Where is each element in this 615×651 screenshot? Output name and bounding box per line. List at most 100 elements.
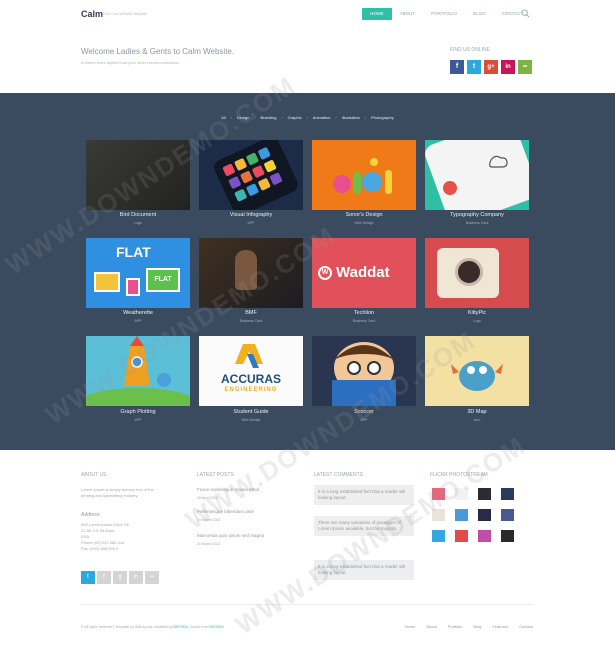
address-block: 500 Lorem Ipsum Dolor Sit 22-56-2-9 Sit … <box>81 522 176 552</box>
nav-portfolio[interactable]: Portfolio <box>423 8 465 20</box>
facebook-icon[interactable]: f <box>97 571 111 584</box>
portfolio-image-weatherette[interactable]: FLAT FLAT <box>86 238 190 308</box>
portfolio-category: APP <box>360 418 368 422</box>
facebook-icon[interactable]: f <box>450 60 464 74</box>
portfolio-image-sonors-design[interactable] <box>312 140 416 210</box>
footer-nav-portfolio[interactable]: Portfolio <box>448 624 463 629</box>
nav-blog[interactable]: Blog <box>465 8 494 20</box>
flickr-thumbnail[interactable] <box>432 488 445 500</box>
footer-nav-blog[interactable]: Blog <box>473 624 481 629</box>
twitter-icon[interactable]: t <box>467 60 481 74</box>
clay-letters-graphic <box>333 158 392 194</box>
logo-tagline: Free Cool Website Template <box>103 12 148 16</box>
nav-about[interactable]: About <box>392 8 424 20</box>
flickr-thumbnail[interactable] <box>455 530 468 542</box>
footer-nav-home[interactable]: Home <box>405 624 416 629</box>
portfolio-image-3d-map[interactable] <box>425 336 529 406</box>
footer-nav-features[interactable]: Features <box>492 624 508 629</box>
portfolio-title[interactable]: KittyPic <box>425 310 529 316</box>
twitter-icon[interactable]: t <box>81 571 95 584</box>
flickr-thumbnail[interactable] <box>478 488 491 500</box>
footer-nav: Home About Portfolio Blog Features Conta… <box>405 624 533 629</box>
about-heading: About us <box>81 472 107 478</box>
portfolio-title[interactable]: Graph Plotting <box>86 409 190 415</box>
portfolio-image-typography-company[interactable] <box>425 140 529 210</box>
portfolio-category: Business Card <box>239 319 263 323</box>
comment-card[interactable]: It is a long established fact that a rea… <box>314 485 414 505</box>
portfolio-category: Logo <box>134 221 142 225</box>
flickr-thumbnail[interactable] <box>455 509 468 521</box>
flickr-icon[interactable]: •• <box>145 571 159 584</box>
portfolio-title[interactable]: Techlion <box>312 310 416 316</box>
flickr-thumbnail[interactable] <box>455 488 468 500</box>
portfolio-title[interactable]: Bird Document <box>86 212 190 218</box>
comment-card[interactable]: There are many variations of passages of… <box>314 516 414 536</box>
about-text: Lorem Ipsum is simply dummy text of the … <box>81 487 176 499</box>
portfolio-title[interactable]: Scoccer <box>312 409 416 415</box>
portfolio-category: Web Design <box>354 221 374 225</box>
filter-branding[interactable]: Branding <box>260 115 276 120</box>
filter-photography[interactable]: Photography <box>371 115 394 120</box>
search-icon[interactable] <box>521 9 530 18</box>
flickr-thumbnail[interactable] <box>478 530 491 542</box>
flickr-thumbnail[interactable] <box>432 509 445 521</box>
filter-illustration[interactable]: Illustration <box>342 115 360 120</box>
brand-link[interactable]: BECREA <box>173 625 187 629</box>
laptop-shape <box>94 272 120 292</box>
comment-card[interactable]: It is a long established fact that a rea… <box>314 560 414 580</box>
post-date: 26 April 2013 <box>197 496 218 500</box>
flickr-thumbnail[interactable] <box>432 530 445 542</box>
portfolio-title[interactable]: Sonor's Design <box>312 212 416 218</box>
linkedin-icon[interactable]: in <box>501 60 515 74</box>
filter-graphic[interactable]: Graphic <box>288 115 302 120</box>
post-title[interactable]: Maecenas quis ipsum sed magna <box>197 533 264 539</box>
portfolio-category: Business Card <box>465 221 489 225</box>
portfolio-title[interactable]: Visual Infography <box>199 212 303 218</box>
filter-all[interactable]: All <box>221 115 225 120</box>
portfolio-image-bird-document[interactable] <box>86 140 190 210</box>
app-icons-graphic <box>214 140 298 210</box>
portfolio-title[interactable]: Weatherette <box>86 310 190 316</box>
flickr-thumbnail[interactable] <box>501 488 514 500</box>
portfolio-title[interactable]: 3D Map <box>425 409 529 415</box>
portfolio-image-student-guide[interactable]: ACCURAS ENGINEERING <box>199 336 303 406</box>
flickr-thumbnail[interactable] <box>501 530 514 542</box>
accuras-logo-graphic <box>235 344 263 368</box>
footer-nav-contact[interactable]: Contact <box>519 624 533 629</box>
flickr-thumbnail[interactable] <box>478 509 491 521</box>
portfolio-title[interactable]: Typography Company <box>425 212 529 218</box>
filter-separator: / <box>364 115 367 120</box>
portfolio-title[interactable]: Student Guide <box>199 409 303 415</box>
portfolio-image-visual-infography[interactable] <box>199 140 303 210</box>
post-title[interactable]: Pellentesque bibendum ante <box>197 509 254 515</box>
googleplus-icon[interactable]: g+ <box>484 60 498 74</box>
portfolio-title[interactable]: BMF <box>199 310 303 316</box>
accuras-wordmark: ACCURAS <box>221 372 281 386</box>
linkedin-icon[interactable]: in <box>129 571 143 584</box>
header: Calm Free Cool Website Template Home Abo… <box>0 0 615 30</box>
googleplus-icon[interactable]: g <box>113 571 127 584</box>
post-date: 20 March 2013 <box>197 542 221 546</box>
post-title[interactable]: Fusce scelerisque massa ettod <box>197 487 259 493</box>
portfolio-category: APP <box>247 221 255 225</box>
logo[interactable]: Calm <box>81 9 103 19</box>
footer-nav-about[interactable]: About <box>426 624 436 629</box>
portfolio-image-bmf[interactable] <box>199 238 303 308</box>
portfolio-image-graph-plotting[interactable] <box>86 336 190 406</box>
filter-animation[interactable]: Animation <box>313 115 331 120</box>
flickr-icon[interactable]: •• <box>518 60 532 74</box>
footer-divider <box>81 604 533 605</box>
filter-separator: / <box>254 115 256 120</box>
filter-design[interactable]: Design <box>237 115 249 120</box>
portfolio-image-techlion[interactable]: W Waddat <box>312 238 416 308</box>
portfolio-image-kittypic[interactable] <box>425 238 529 308</box>
address-heading: Address: <box>81 512 101 518</box>
rocket-graphic <box>86 336 190 406</box>
flickr-thumbnail[interactable] <box>501 509 514 521</box>
nav-home[interactable]: Home <box>362 8 392 20</box>
brand-link[interactable]: BECREA <box>209 625 223 629</box>
portfolio-image-scoccer[interactable] <box>312 336 416 406</box>
social-links: f t g+ in •• <box>450 60 532 74</box>
page: Calm Free Cool Website Template Home Abo… <box>0 0 615 651</box>
address-line: Fax: (000) 888 999 0 <box>81 546 119 551</box>
